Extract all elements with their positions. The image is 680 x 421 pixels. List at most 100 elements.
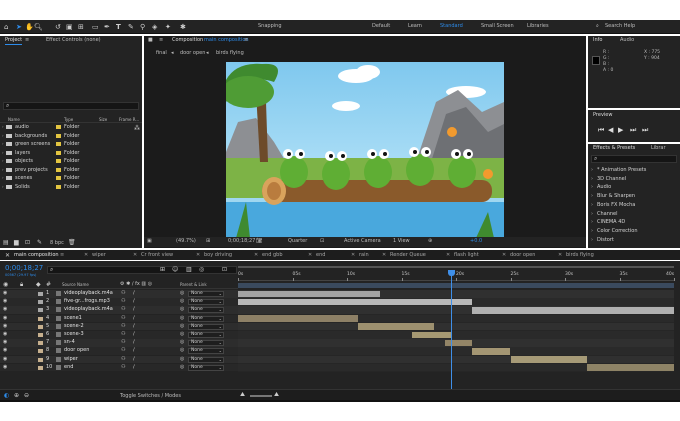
project-item[interactable]: › green screens Folder	[0, 141, 130, 149]
visibility-eye-icon[interactable]: ◉	[3, 347, 7, 353]
tab-info[interactable]: Info	[593, 36, 602, 45]
tab-composition-prefix[interactable]: Composition	[172, 36, 203, 45]
tab-close-icon[interactable]: ✕	[308, 252, 312, 258]
parent-dropdown[interactable]: None ⌄	[188, 291, 224, 297]
shy-switch-icon[interactable]: ⚇	[121, 290, 125, 296]
layer-duration-bar[interactable]	[238, 298, 473, 306]
parent-dropdown[interactable]: None ⌄	[188, 356, 224, 363]
quality-switch-icon[interactable]: ∕	[133, 339, 135, 345]
resolution-dropdown[interactable]: Quarter	[288, 238, 307, 245]
selection-tool-icon[interactable]: ➤	[16, 24, 22, 31]
layer-row[interactable]: ◉ 9 wiper ⚇ ∕ ◎ None ⌄	[0, 355, 238, 364]
magnify-dropdown[interactable]: (49.7%)	[176, 238, 196, 245]
label-swatch[interactable]	[56, 167, 61, 172]
layer-row[interactable]: ◉ 3 videoplayback.m4a ⚇ ∕ ◎ None ⌄	[0, 306, 238, 315]
expand-arrow-icon[interactable]: ›	[591, 228, 593, 234]
effects-category[interactable]: › Color Correction	[588, 228, 680, 236]
previous-frame-icon[interactable]: ◀	[608, 126, 613, 134]
search-help-label[interactable]: Search Help	[605, 23, 635, 30]
label-color-swatch[interactable]	[38, 333, 43, 337]
layer-row[interactable]: ◉ 8 door open ⚇ ∕ ◎ None ⌄	[0, 347, 238, 356]
effects-category[interactable]: › Blur & Sharpen	[588, 193, 680, 201]
new-composition-icon[interactable]: ⊡	[25, 239, 30, 246]
roto-brush-tool-icon[interactable]: ✦	[165, 24, 171, 31]
visibility-eye-icon[interactable]: ◉	[3, 331, 7, 337]
tab-effects-presets[interactable]: Effects & Presets	[593, 144, 635, 153]
frame-blending-icon[interactable]: ▥	[186, 266, 192, 273]
composition-mini-flowchart-icon[interactable]: ⊞	[160, 266, 165, 273]
expand-arrow-icon[interactable]: ›	[2, 175, 4, 180]
time-navigator[interactable]	[238, 264, 674, 270]
comp-close-icon[interactable]: ≡	[244, 36, 248, 45]
exposure-icon[interactable]: ⊕	[428, 238, 432, 245]
tab-audio[interactable]: Audio	[620, 36, 634, 45]
column-frame-rate[interactable]: Frame R...	[119, 116, 139, 123]
adjust-icon[interactable]: ✎	[37, 239, 42, 246]
layer-row[interactable]: ◉ 4 scene1 ⚇ ∕ ◎ None ⌄	[0, 314, 238, 323]
effects-category[interactable]: › 3D Channel	[588, 176, 680, 184]
project-item[interactable]: › audio Folder	[0, 124, 130, 132]
timeline-timecode[interactable]: 0;00;18;27	[5, 264, 43, 272]
tab-close-icon[interactable]: ✕	[254, 252, 258, 258]
tab-menu-icon[interactable]: ≡	[60, 252, 64, 258]
workspace-small-screen[interactable]: Small Screen	[481, 23, 514, 30]
always-preview-icon[interactable]: ▣	[147, 238, 152, 245]
tab-effect-controls[interactable]: Effect Controls (none)	[46, 36, 101, 45]
expand-arrow-icon[interactable]: ›	[2, 124, 4, 129]
project-search-input[interactable]: ⌕	[3, 102, 139, 110]
parent-dropdown[interactable]: None ⌄	[188, 332, 224, 338]
last-frame-icon[interactable]: ⏭	[642, 126, 648, 135]
quality-switch-icon[interactable]: ∕	[133, 356, 135, 362]
shy-switch-icon[interactable]: ⚇	[121, 356, 125, 362]
parent-pickwhip-icon[interactable]: ◎	[180, 290, 184, 296]
toggle-switches-modes[interactable]: Toggle Switches / Modes	[120, 393, 181, 400]
flowchart-icon[interactable]: ⁂	[134, 125, 140, 132]
quality-switch-icon[interactable]: ∕	[133, 331, 135, 337]
label-color-swatch[interactable]	[38, 292, 43, 296]
expand-arrow-icon[interactable]: ›	[2, 133, 4, 138]
quality-switch-icon[interactable]: ∕	[133, 347, 135, 353]
visibility-eye-icon[interactable]: ◉	[3, 364, 7, 370]
camera-tool-icon[interactable]: ▣	[66, 24, 73, 31]
label-color-swatch[interactable]	[38, 341, 43, 346]
tab-composition-name[interactable]: main composition	[204, 36, 249, 45]
timeline-close-icon[interactable]: ✕	[5, 252, 10, 259]
effects-category[interactable]: › CINEMA 4D	[588, 219, 680, 227]
project-item[interactable]: › objects Folder	[0, 158, 130, 166]
timeline-search-input[interactable]: ⌕	[47, 266, 237, 274]
render-time-icon[interactable]: ◐	[4, 392, 9, 399]
next-frame-icon[interactable]: ⏭	[630, 126, 636, 135]
expand-arrow-icon[interactable]: ›	[591, 167, 593, 173]
layer-row[interactable]: ◉ 6 scene-3 ⚇ ∕ ◎ None ⌄	[0, 331, 238, 339]
expand-arrow-icon[interactable]: ›	[2, 158, 4, 163]
visibility-eye-icon[interactable]: ◉	[3, 356, 7, 362]
quality-switch-icon[interactable]: ∕	[133, 298, 135, 304]
tab-close-icon[interactable]: ✕	[502, 252, 506, 258]
playhead-handle-icon[interactable]	[447, 270, 455, 276]
parent-pickwhip-icon[interactable]: ◎	[180, 339, 184, 345]
expand-arrow-icon[interactable]: ›	[591, 176, 593, 182]
expand-arrow-icon[interactable]: ›	[591, 202, 593, 208]
expand-arrow-icon[interactable]: ›	[591, 184, 593, 190]
label-swatch[interactable]	[56, 150, 61, 155]
shy-switch-icon[interactable]: ⚇	[121, 347, 125, 353]
work-area[interactable]	[238, 283, 674, 288]
eraser-tool-icon[interactable]: ◈	[152, 24, 158, 31]
tab-close-icon[interactable]: ✕	[446, 252, 450, 258]
tab-close-icon[interactable]: ✕	[382, 252, 386, 258]
workspace-standard[interactable]: Standard	[440, 23, 463, 30]
playhead[interactable]	[447, 270, 455, 391]
project-item[interactable]: › scenes Folder	[0, 175, 130, 183]
expand-arrow-icon[interactable]: ›	[591, 211, 593, 217]
tab-libraries[interactable]: Librar	[651, 144, 666, 153]
duration-icon[interactable]: ⊖	[24, 392, 29, 399]
comp-panel-menu-icon[interactable]: ≡	[159, 36, 163, 45]
workspace-default[interactable]: Default	[372, 23, 390, 30]
play-icon[interactable]: ▶	[618, 126, 623, 134]
tab-close-icon[interactable]: ✕	[196, 252, 200, 258]
parent-pickwhip-icon[interactable]: ◎	[180, 364, 184, 370]
label-swatch[interactable]	[56, 184, 61, 189]
in-out-icon[interactable]: ⊕	[14, 392, 19, 399]
pan-behind-tool-icon[interactable]: ⊞	[78, 24, 84, 31]
visibility-eye-icon[interactable]: ◉	[3, 290, 7, 296]
